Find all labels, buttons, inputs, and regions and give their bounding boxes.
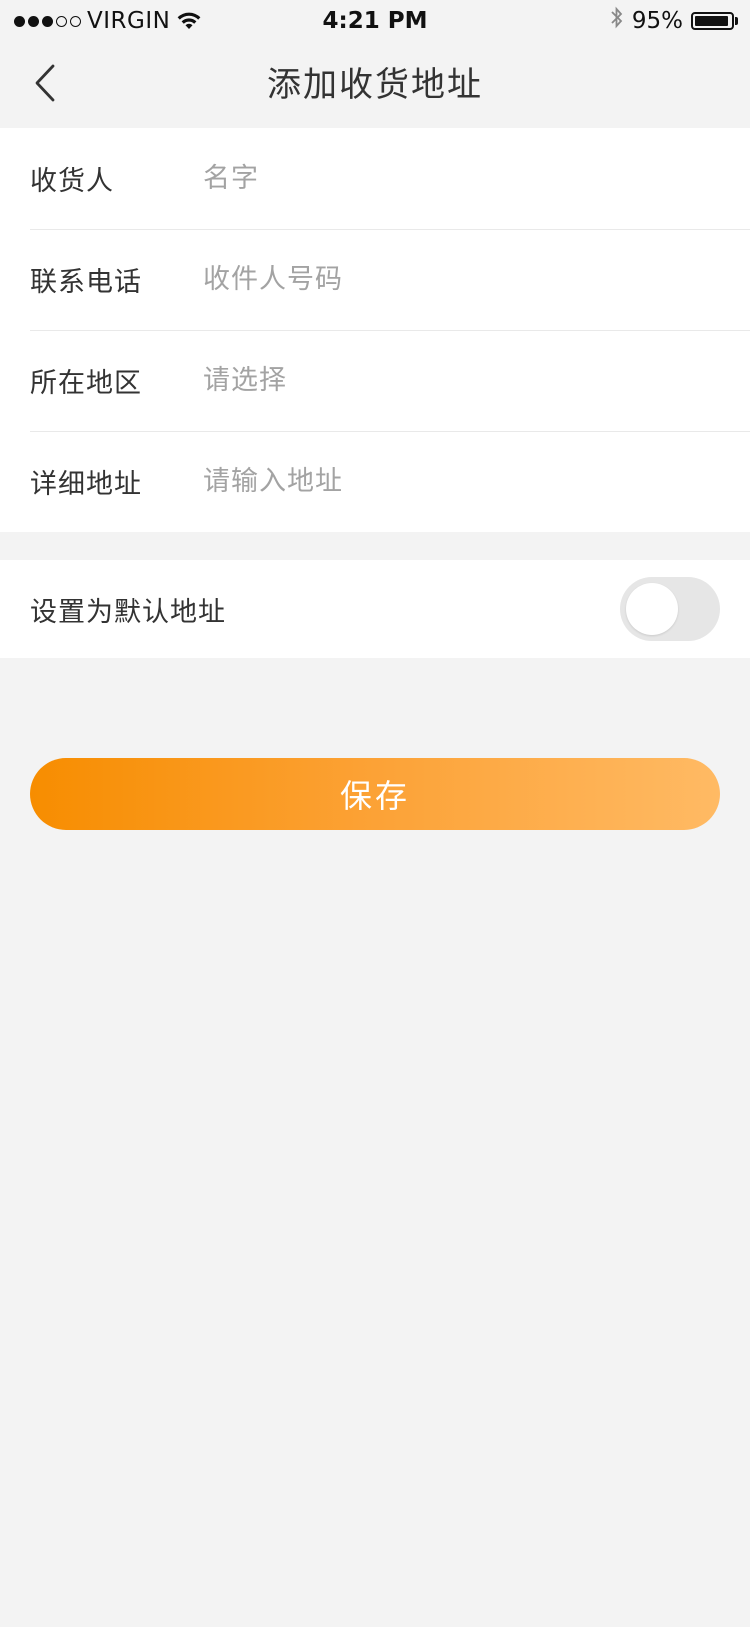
detail-address-label: 详细地址 (30, 469, 142, 500)
save-button[interactable]: 保存 (30, 758, 720, 830)
phone-input[interactable] (203, 249, 703, 310)
nav-bar: 添加收货地址 (0, 42, 750, 128)
status-bar: VIRGIN 4:21 PM 95% (0, 0, 750, 42)
detail-address-input[interactable] (203, 451, 703, 512)
default-address-label: 设置为默认地址 (30, 596, 226, 628)
default-address-row: 设置为默认地址 (0, 560, 750, 658)
toggle-knob (626, 583, 678, 635)
status-right: 95% (610, 5, 738, 37)
battery-percent: 95% (631, 8, 683, 34)
bluetooth-icon (610, 5, 624, 37)
form-row-region: 所在地区 (0, 330, 750, 431)
page-title: 添加收货地址 (267, 65, 483, 105)
battery-icon (691, 12, 738, 30)
address-form: 收货人 联系电话 所在地区 详细地址 (0, 128, 750, 532)
phone-label: 联系电话 (30, 267, 142, 298)
default-address-toggle[interactable] (620, 577, 720, 641)
recipient-name-input[interactable] (203, 148, 703, 209)
form-row-recipient: 收货人 (0, 128, 750, 229)
region-label: 所在地区 (30, 368, 142, 399)
form-row-detail-address: 详细地址 (0, 431, 750, 532)
region-select[interactable] (203, 350, 703, 411)
recipient-label: 收货人 (30, 166, 114, 197)
form-row-phone: 联系电话 (0, 229, 750, 330)
